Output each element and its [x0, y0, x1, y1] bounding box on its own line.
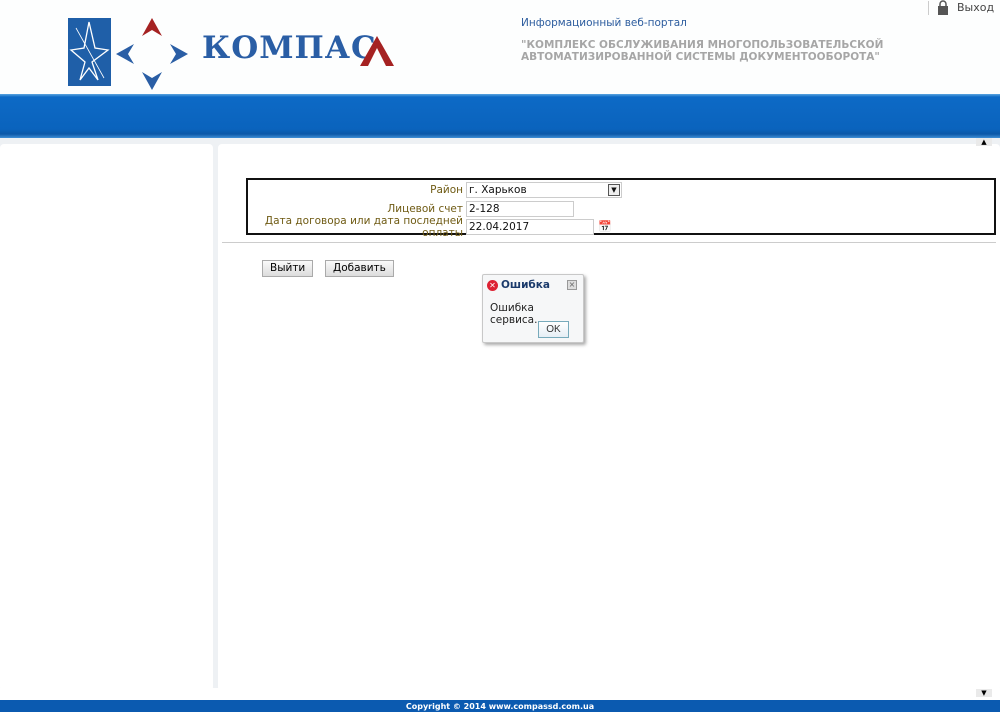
system-subtitle: "КОМПЛЕКС ОБСЛУЖИВАНИЯ МНОГОПОЛЬЗОВАТЕЛЬ…	[521, 39, 883, 63]
divider	[222, 242, 996, 243]
account-input[interactable]: 2-128	[466, 200, 574, 217]
separator	[928, 0, 929, 15]
exit-button[interactable]: Выйти	[262, 260, 314, 277]
portal-title: Информационный веб-портал	[521, 17, 687, 29]
dialog-title: Ошибка	[501, 279, 550, 291]
date-label: Дата договора или дата последней оплаты	[264, 214, 463, 239]
calendar-icon[interactable]: 📅	[598, 220, 612, 233]
lock-icon	[938, 0, 948, 15]
brand-mark-icon	[360, 36, 394, 66]
brand-name: КОМПАС	[202, 30, 377, 66]
logout-link[interactable]: Выход	[928, 0, 994, 15]
add-button[interactable]: Добавить	[325, 260, 394, 277]
error-dialog: ✕ Ошибка × Ошибка сервиса. OK	[482, 274, 584, 343]
subtitle-line-2: АВТОМАТИЗИРОВАННОЙ СИСТЕМЫ ДОКУМЕНТООБОР…	[521, 51, 880, 63]
ok-button[interactable]: OK	[538, 321, 569, 338]
scroll-down-button[interactable]: ▼	[976, 689, 992, 697]
scroll-up-button[interactable]: ▲	[976, 138, 992, 146]
main-panel: ▲ Район г. Харьков ▼ Лицевой счет 2-128 …	[218, 138, 1000, 697]
kharkivoblenergo-logo	[68, 18, 111, 86]
logout-label: Выход	[957, 1, 995, 14]
error-icon: ✕	[487, 279, 498, 291]
dialog-message: Ошибка сервиса.	[490, 302, 538, 326]
compass-logo-icon	[116, 18, 188, 90]
account-label: Лицевой счет	[387, 202, 463, 215]
chevron-down-icon[interactable]: ▼	[608, 183, 620, 196]
subtitle-line-1: "КОМПЛЕКС ОБСЛУЖИВАНИЯ МНОГОПОЛЬЗОВАТЕЛЬ…	[521, 39, 884, 51]
search-form: Район г. Харьков ▼ Лицевой счет 2-128 Да…	[246, 178, 996, 239]
nav-band	[0, 94, 1000, 138]
date-input[interactable]: 22.04.2017	[466, 218, 594, 235]
left-panel	[0, 144, 213, 691]
district-label: Район	[430, 183, 463, 196]
district-value: г. Харьков	[469, 183, 527, 196]
footer-copyright: Copyright © 2014 www.compassd.com.ua	[0, 700, 1000, 712]
close-icon[interactable]: ×	[567, 280, 577, 290]
header: КОМПАС Информационный веб-портал "КОМПЛЕ…	[0, 0, 1000, 94]
district-select[interactable]: г. Харьков ▼	[466, 181, 622, 198]
